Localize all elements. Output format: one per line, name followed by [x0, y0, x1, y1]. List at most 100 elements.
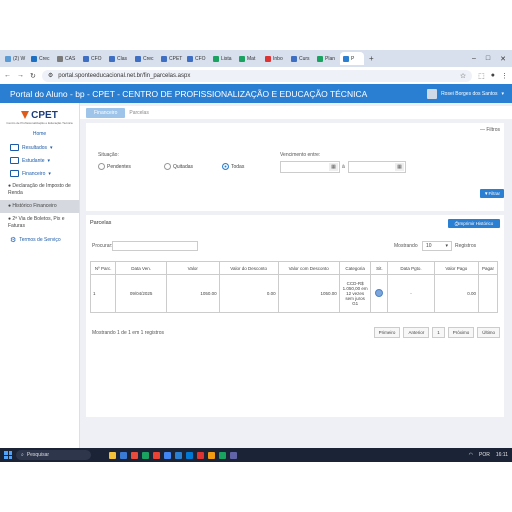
bookmark-star-icon[interactable]: ☆: [460, 72, 466, 80]
pager-previous[interactable]: Anterior: [403, 327, 430, 338]
page-size-value: 10: [426, 243, 432, 249]
pager-first[interactable]: Primeiro: [373, 327, 401, 338]
filters-toggle[interactable]: — Filtros: [480, 127, 500, 133]
maximize-icon[interactable]: □: [486, 55, 490, 63]
taskbar-app-icon[interactable]: [219, 451, 226, 459]
url-field[interactable]: ⚙ portal.sponteeducacional.net.br/fin_pa…: [41, 69, 473, 82]
tab-label: CAS: [65, 55, 76, 62]
windows-start-icon[interactable]: [4, 451, 12, 459]
taskbar-app-icon[interactable]: [175, 451, 182, 459]
col-header[interactable]: Valor: [165, 261, 220, 275]
forward-icon[interactable]: →: [17, 72, 24, 79]
taskbar-app-icon[interactable]: [131, 451, 138, 459]
pager-page[interactable]: 1: [432, 327, 445, 338]
col-header[interactable]: Categoria: [338, 261, 372, 275]
sidebar-subitem-boletos[interactable]: ● 2ª Via de Boletos, Pix e Faturas: [0, 213, 79, 233]
browser-tab[interactable]: (2) W: [2, 52, 27, 65]
radio-todas[interactable]: Todas: [222, 163, 244, 170]
filtrar-button[interactable]: ▼ Filtrar: [480, 189, 504, 198]
col-header[interactable]: Valor do Desconto: [218, 261, 279, 275]
taskbar-app-icon[interactable]: [164, 451, 171, 459]
col-header[interactable]: Pagar: [477, 261, 499, 275]
calendar-icon[interactable]: ▦: [329, 163, 338, 171]
browser-tab[interactable]: CPET: [158, 52, 183, 65]
taskbar-app-icon[interactable]: [186, 451, 193, 459]
tab-label: Mat: [247, 55, 256, 62]
table-row: 1 09/04/2025 1050.00 0.00 1050.00 CCD-R$…: [89, 274, 499, 313]
pager-next[interactable]: Próximo: [447, 327, 475, 338]
browser-tab[interactable]: CFO: [80, 52, 105, 65]
browser-tab[interactable]: CFO: [184, 52, 209, 65]
radio-quitadas[interactable]: Quitadas: [164, 163, 193, 170]
col-header[interactable]: Valor com Desconto: [277, 261, 340, 275]
taskbar-app-icon[interactable]: [197, 451, 204, 459]
url-text: portal.sponteeducacional.net.br/fin_parc…: [58, 72, 191, 79]
taskbar-app-icon[interactable]: [153, 451, 160, 459]
browser-tab[interactable]: Clas: [106, 52, 131, 65]
back-icon[interactable]: ←: [4, 72, 11, 79]
browser-tab[interactable]: Mat: [236, 52, 261, 65]
browser-tab[interactable]: Crec: [132, 52, 157, 65]
pay-cell[interactable]: [477, 274, 499, 313]
print-history-button[interactable]: ⎙ Imprimir Histórico: [448, 219, 500, 228]
browser-tab[interactable]: CAS: [54, 52, 79, 65]
browser-tab[interactable]: Plan: [314, 52, 339, 65]
money-icon: [10, 170, 19, 177]
sidebar-subitem-label: Histórico Financeiro: [12, 203, 57, 209]
profile-icon[interactable]: ●: [491, 72, 495, 79]
sidebar-item-estudante[interactable]: Estudante ▾: [0, 154, 79, 167]
taskbar-app-icon[interactable]: [230, 451, 237, 459]
col-header[interactable]: Valor Pago: [433, 261, 479, 275]
breadcrumb: Financeiro Parcelas: [80, 106, 512, 119]
calendar-icon[interactable]: ▦: [395, 163, 404, 171]
tab-label: Crec: [143, 55, 154, 62]
language-indicator[interactable]: POR: [479, 452, 490, 458]
breadcrumb-financeiro[interactable]: Financeiro: [86, 107, 126, 118]
sidebar-subitem-label: Declaração de Imposto de Renda: [8, 183, 71, 196]
col-header[interactable]: Sit.: [370, 261, 389, 275]
browser-tab[interactable]: Lista: [210, 52, 235, 65]
tab-label: CPET: [169, 55, 183, 62]
browser-tab[interactable]: Inbo: [262, 52, 287, 65]
browser-tab[interactable]: Curs: [288, 52, 313, 65]
home-link[interactable]: Home: [0, 131, 79, 137]
chevron-down-icon: ▾: [501, 90, 504, 97]
col-header[interactable]: Nº Parc.: [89, 261, 117, 275]
minimize-icon[interactable]: –: [472, 55, 476, 63]
sidebar-subitem-historico[interactable]: ● Histórico Financeiro: [0, 200, 79, 213]
taskbar-app-icon[interactable]: [208, 451, 215, 459]
new-tab-button[interactable]: +: [365, 54, 378, 63]
main-content: Financeiro Parcelas — Filtros Situação: …: [80, 103, 512, 462]
close-icon[interactable]: ✕: [500, 55, 506, 63]
taskbar-app-icon[interactable]: [142, 451, 149, 459]
page-size-select[interactable]: 10 ▾: [422, 241, 452, 251]
pager-last[interactable]: Último: [477, 327, 500, 338]
sidebar-item-termos[interactable]: ⚙ Termos de Serviço: [0, 233, 79, 247]
col-header[interactable]: Data Ven.: [115, 261, 167, 275]
col-header[interactable]: Data Pgto.: [387, 261, 435, 275]
parcelas-table: Nº Parc. Data Ven. Valor Valor do Descon…: [89, 261, 499, 313]
date-to-input[interactable]: ▦: [348, 161, 406, 173]
date-from-input[interactable]: ▦: [280, 161, 340, 173]
reload-icon[interactable]: ↻: [30, 72, 36, 80]
sidebar-subitem-declaracao[interactable]: ● Declaração de Imposto de Renda: [0, 180, 79, 200]
extensions-icon[interactable]: ⬚: [478, 72, 485, 80]
sidebar-item-resultados[interactable]: Resultados ▾: [0, 141, 79, 154]
taskbar-app-icon[interactable]: [109, 451, 116, 459]
tab-label: Crec: [39, 55, 50, 62]
search-label: Procurar:: [92, 243, 113, 249]
taskbar-search[interactable]: ⌕ Pesquisar: [16, 450, 91, 460]
menu-icon[interactable]: ⋮: [501, 72, 508, 80]
clock[interactable]: 16:11: [496, 452, 508, 458]
logo-mark-icon: [21, 111, 30, 119]
cell: 1: [89, 274, 117, 313]
search-input[interactable]: [112, 241, 198, 251]
site-info-icon[interactable]: ⚙: [48, 72, 53, 79]
browser-tab[interactable]: Crec: [28, 52, 53, 65]
taskbar-app-icon[interactable]: [120, 451, 127, 459]
sidebar-item-financeiro[interactable]: Financeiro ▾: [0, 167, 79, 180]
radio-pendentes[interactable]: Pendentes: [98, 163, 131, 170]
user-menu[interactable]: Rosei Borges dos Santos ▾: [427, 88, 512, 99]
browser-tab[interactable]: P: [340, 52, 364, 65]
wifi-icon[interactable]: ◠: [469, 452, 473, 458]
